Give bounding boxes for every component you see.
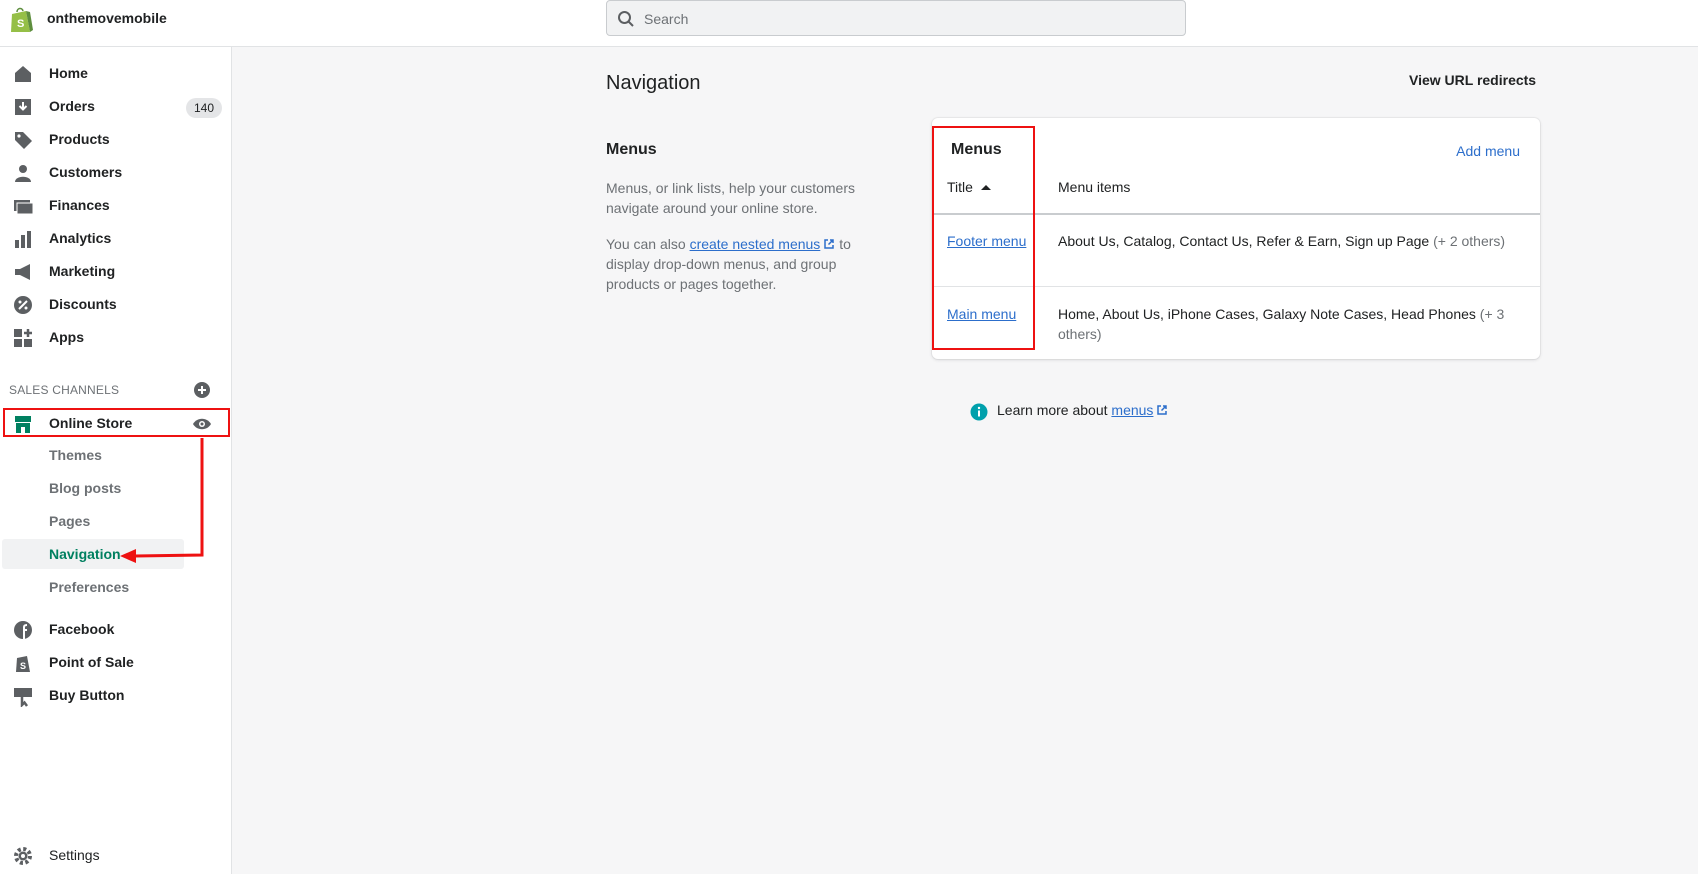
svg-text:S: S: [17, 18, 24, 30]
facebook-icon: [14, 621, 32, 639]
sidebar-item-customers[interactable]: Customers: [0, 156, 232, 188]
external-link-icon: [824, 239, 835, 249]
add-sales-channel-icon[interactable]: [193, 381, 211, 399]
svg-text:S: S: [20, 661, 26, 671]
sidebar-item-analytics[interactable]: Analytics: [0, 222, 232, 254]
sidebar-item-orders[interactable]: Orders 140: [0, 90, 232, 122]
page-title: Navigation: [606, 72, 701, 94]
sidebar-item-label: Buy Button: [49, 687, 125, 703]
buy-button-icon: [14, 688, 32, 707]
create-nested-menus-link[interactable]: create nested menus: [690, 236, 821, 252]
analytics-icon: [15, 231, 31, 248]
search-placeholder: Search: [644, 11, 689, 27]
apps-icon: [14, 329, 32, 347]
home-icon: [15, 66, 31, 82]
finances-icon: [14, 200, 34, 215]
sidebar-subitem-pages[interactable]: Pages: [49, 513, 90, 529]
menus-section-title: Menus: [606, 141, 657, 158]
sidebar-item-point-of-sale[interactable]: S Point of Sale: [0, 646, 232, 678]
sidebar-item-label: Products: [49, 131, 110, 147]
menu-items-column-header: Menu items: [1058, 179, 1131, 195]
sidebar-subitem-themes[interactable]: Themes: [49, 447, 102, 463]
person-icon: [15, 165, 31, 182]
orders-icon: [15, 99, 31, 115]
menus-description: Menus, or link lists, help your customer…: [606, 180, 855, 216]
sidebar-item-label: Analytics: [49, 230, 112, 246]
sidebar-item-label: Discounts: [49, 296, 117, 312]
sidebar-item-label: Customers: [49, 164, 123, 180]
store-name[interactable]: onthemovemobile: [47, 10, 167, 26]
sidebar-item-home[interactable]: Home: [0, 57, 232, 89]
shopify-logo-icon[interactable]: S: [8, 6, 34, 34]
sidebar-item-label: Facebook: [49, 621, 115, 637]
search-icon: [618, 11, 634, 27]
sidebar-item-label: Home: [49, 65, 88, 81]
sidebar-subitem-blog-posts[interactable]: Blog posts: [49, 480, 121, 496]
nested-menus-text: You can also: [606, 236, 690, 252]
sidebar-item-discounts[interactable]: Discounts: [0, 288, 232, 320]
top-bar: S onthemovemobile Search: [0, 0, 1698, 47]
sales-channels-header: SALES CHANNELS: [9, 383, 120, 397]
sidebar: Home Orders 140 Products Customers Finan…: [0, 47, 232, 874]
sidebar-item-products[interactable]: Products: [0, 123, 232, 155]
megaphone-icon: [15, 264, 30, 280]
pos-icon: S: [16, 656, 30, 672]
sidebar-item-buy-button[interactable]: Buy Button: [0, 679, 232, 711]
nested-menus-description: You can also create nested menus to disp…: [606, 234, 856, 294]
tag-icon: [15, 132, 32, 149]
search-input[interactable]: Search: [606, 0, 1186, 36]
sidebar-subitem-navigation[interactable]: Navigation: [49, 546, 121, 562]
info-icon: [970, 403, 988, 421]
menus-help-link[interactable]: menus: [1111, 402, 1153, 418]
sidebar-item-facebook[interactable]: Facebook: [0, 613, 232, 645]
sidebar-item-label: Apps: [49, 329, 84, 345]
orders-count-badge: 140: [186, 98, 223, 118]
sidebar-item-label: Settings: [49, 847, 100, 863]
menu-items-more: (+ 2 others): [1433, 233, 1506, 249]
add-menu-button[interactable]: Add menu: [1456, 143, 1520, 159]
sidebar-item-label: Finances: [49, 197, 110, 213]
main-menu-items: Home, About Us, iPhone Cases, Galaxy Not…: [1058, 304, 1528, 344]
menu-items-text: About Us, Catalog, Contact Us, Refer & E…: [1058, 233, 1430, 249]
sidebar-item-label: Orders: [49, 98, 95, 114]
sidebar-item-label: Point of Sale: [49, 654, 134, 670]
menu-items-text: Home, About Us, iPhone Cases, Galaxy Not…: [1058, 306, 1476, 322]
sidebar-item-apps[interactable]: Apps: [0, 321, 232, 353]
sidebar-item-finances[interactable]: Finances: [0, 189, 232, 221]
external-link-icon: [1157, 405, 1168, 415]
gear-icon: [14, 847, 32, 865]
sidebar-item-label: Marketing: [49, 263, 116, 279]
sidebar-item-marketing[interactable]: Marketing: [0, 255, 232, 287]
learn-more-label: Learn more about: [997, 402, 1112, 418]
highlight-box-menu-titles: [932, 126, 1035, 350]
sidebar-item-settings[interactable]: Settings: [0, 839, 232, 871]
learn-more-text: Learn more about menus: [997, 402, 1168, 418]
view-url-redirects-button[interactable]: View URL redirects: [1409, 72, 1536, 88]
sidebar-subitem-preferences[interactable]: Preferences: [49, 579, 129, 595]
highlight-box-online-store: [3, 408, 230, 437]
discount-icon: [14, 296, 32, 314]
footer-menu-items: About Us, Catalog, Contact Us, Refer & E…: [1058, 231, 1528, 251]
